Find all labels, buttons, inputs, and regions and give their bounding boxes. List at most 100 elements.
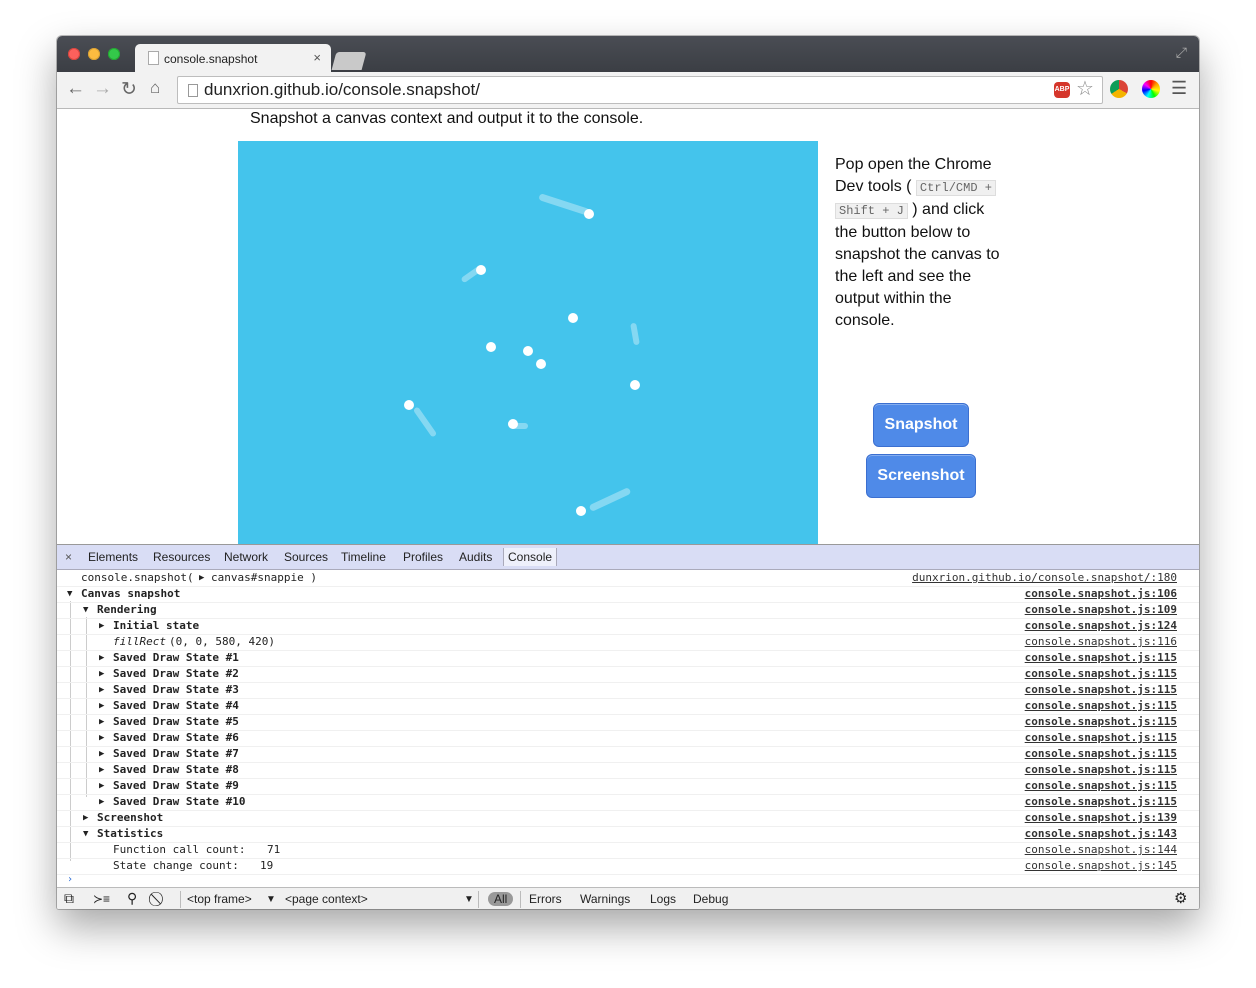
tab-close-icon[interactable]: × xyxy=(313,50,321,65)
source-link[interactable]: console.snapshot.js:115 xyxy=(1025,650,1177,666)
expand-arrow-icon[interactable]: ▶ xyxy=(99,762,104,778)
expand-arrow-icon[interactable]: ▶ xyxy=(99,730,104,746)
source-link[interactable]: console.snapshot.js:115 xyxy=(1025,778,1177,794)
source-link[interactable]: console.snapshot.js:139 xyxy=(1025,810,1177,826)
home-icon[interactable]: ⌂ xyxy=(150,78,160,98)
address-bar[interactable]: dunxrion.github.io/console.snapshot/ xyxy=(177,76,1103,104)
console-row[interactable]: ▼ Canvas snapshot console.snapshot.js:10… xyxy=(57,586,1199,603)
expand-arrow-icon[interactable]: ▶ xyxy=(99,746,104,762)
zoom-window-button[interactable] xyxy=(108,48,120,60)
console-row[interactable]: ▶ Saved Draw State #7 console.snapshot.j… xyxy=(57,746,1199,763)
console-row[interactable]: ▶ Saved Draw State #6 console.snapshot.j… xyxy=(57,730,1199,747)
console-row[interactable]: ▶ Saved Draw State #10 console.snapshot.… xyxy=(57,794,1199,811)
console-prompt-icon[interactable]: › xyxy=(67,874,73,885)
url-text[interactable]: dunxrion.github.io/console.snapshot/ xyxy=(204,80,480,100)
show-drawer-icon[interactable]: ≻≡ xyxy=(93,892,110,906)
source-link[interactable]: console.snapshot.js:124 xyxy=(1025,618,1177,634)
expand-arrow-icon[interactable]: ▶ xyxy=(99,778,104,794)
console-row[interactable]: ▶ Screenshot console.snapshot.js:139 xyxy=(57,810,1199,827)
source-link[interactable]: console.snapshot.js:106 xyxy=(1025,586,1177,602)
instructions-part2: ) and click the button below to snapshot… xyxy=(835,201,1000,329)
tab-elements[interactable]: Elements xyxy=(88,550,138,564)
settings-gear-icon[interactable]: ⚙ xyxy=(1174,889,1187,907)
expand-arrow-icon[interactable]: ▶ xyxy=(199,570,204,586)
context-select[interactable]: <page context> xyxy=(285,892,368,906)
expand-arrow-icon[interactable]: ▶ xyxy=(99,618,104,634)
chevron-down-icon[interactable]: ▼ xyxy=(464,894,474,905)
filter-all[interactable]: All xyxy=(488,892,514,906)
tab-sources[interactable]: Sources xyxy=(284,550,328,564)
screenshot-button[interactable]: Screenshot xyxy=(866,454,976,498)
source-link[interactable]: console.snapshot.js:115 xyxy=(1025,746,1177,762)
expand-arrow-icon[interactable]: ▶ xyxy=(99,794,104,810)
filter-debug[interactable]: Debug xyxy=(693,892,728,906)
source-link[interactable]: console.snapshot.js:144 xyxy=(1025,842,1177,858)
expand-arrow-icon[interactable]: ▶ xyxy=(99,650,104,666)
chrome-extension-icon[interactable] xyxy=(1110,80,1128,98)
tab-profiles[interactable]: Profiles xyxy=(403,550,443,564)
source-link[interactable]: console.snapshot.js:115 xyxy=(1025,730,1177,746)
filter-warnings[interactable]: Warnings xyxy=(580,892,630,906)
source-link[interactable]: console.snapshot.js:116 xyxy=(1025,634,1177,650)
console-row[interactable]: ▶ Saved Draw State #3 console.snapshot.j… xyxy=(57,682,1199,699)
reload-icon[interactable]: ↻ xyxy=(121,78,137,101)
expand-arrow-icon[interactable]: ▶ xyxy=(99,714,104,730)
snapshot-button[interactable]: Snapshot xyxy=(873,403,969,447)
back-icon[interactable]: ← xyxy=(66,78,85,100)
source-link[interactable]: console.snapshot.js:115 xyxy=(1025,698,1177,714)
menu-icon[interactable]: ☰ xyxy=(1171,78,1187,99)
source-link[interactable]: console.snapshot.js:109 xyxy=(1025,602,1177,618)
expand-arrow-icon[interactable]: ▶ xyxy=(83,810,88,826)
bookmark-star-icon[interactable]: ☆ xyxy=(1076,76,1094,101)
tab-network[interactable]: Network xyxy=(224,550,268,564)
expand-arrow-icon[interactable]: ▶ xyxy=(99,698,104,714)
browser-tab[interactable]: console.snapshot × xyxy=(135,44,331,72)
source-link[interactable]: console.snapshot.js:145 xyxy=(1025,858,1177,874)
particle-trail xyxy=(588,487,632,512)
source-link[interactable]: console.snapshot.js:115 xyxy=(1025,762,1177,778)
color-picker-extension-icon[interactable] xyxy=(1142,80,1160,98)
console-row: fillRect (0, 0, 580, 420) console.snapsh… xyxy=(57,634,1199,651)
tab-timeline[interactable]: Timeline xyxy=(341,550,386,564)
frame-select[interactable]: <top frame> xyxy=(187,892,252,906)
source-link[interactable]: console.snapshot.js:115 xyxy=(1025,682,1177,698)
filter-errors[interactable]: Errors xyxy=(529,892,562,906)
console-row[interactable]: ▶ Saved Draw State #2 console.snapshot.j… xyxy=(57,666,1199,683)
console-row[interactable]: ▼ Statistics console.snapshot.js:143 xyxy=(57,826,1199,843)
adblock-icon[interactable]: ABP xyxy=(1054,82,1070,98)
filter-logs[interactable]: Logs xyxy=(650,892,676,906)
source-link[interactable]: console.snapshot.js:115 xyxy=(1025,714,1177,730)
console-row[interactable]: ▼ Rendering console.snapshot.js:109 xyxy=(57,602,1199,619)
source-link[interactable]: dunxrion.github.io/console.snapshot/:180 xyxy=(912,570,1177,586)
collapse-arrow-icon[interactable]: ▼ xyxy=(83,602,88,618)
devtools-close-icon[interactable]: × xyxy=(65,550,72,564)
source-link[interactable]: console.snapshot.js:115 xyxy=(1025,666,1177,682)
forward-icon[interactable]: → xyxy=(93,78,112,100)
chevron-down-icon[interactable]: ▼ xyxy=(266,894,276,905)
console-row[interactable]: ▶ Initial state console.snapshot.js:124 xyxy=(57,618,1199,635)
log-call-arg[interactable]: canvas#snappie ) xyxy=(211,570,317,586)
new-tab-button[interactable] xyxy=(331,52,367,70)
dock-icon[interactable]: ⧉ xyxy=(64,890,74,907)
group-label: Saved Draw State #2 xyxy=(113,667,239,680)
collapse-arrow-icon[interactable]: ▼ xyxy=(83,826,88,842)
particle xyxy=(536,359,546,369)
console-row[interactable]: ▶ Saved Draw State #8 console.snapshot.j… xyxy=(57,762,1199,779)
fullscreen-icon[interactable]: ⤢ xyxy=(1176,44,1187,61)
source-link[interactable]: console.snapshot.js:143 xyxy=(1025,826,1177,842)
tab-resources[interactable]: Resources xyxy=(153,550,210,564)
console-row[interactable]: ▶ Saved Draw State #4 console.snapshot.j… xyxy=(57,698,1199,715)
console-row[interactable]: ▶ Saved Draw State #9 console.snapshot.j… xyxy=(57,778,1199,795)
expand-arrow-icon[interactable]: ▶ xyxy=(99,666,104,682)
source-link[interactable]: console.snapshot.js:115 xyxy=(1025,794,1177,810)
group-label: Saved Draw State #9 xyxy=(113,779,239,792)
close-window-button[interactable] xyxy=(68,48,80,60)
tab-console[interactable]: Console xyxy=(503,548,558,566)
minimize-window-button[interactable] xyxy=(88,48,100,60)
expand-arrow-icon[interactable]: ▶ xyxy=(99,682,104,698)
console-row[interactable]: ▶ Saved Draw State #5 console.snapshot.j… xyxy=(57,714,1199,731)
tab-audits[interactable]: Audits xyxy=(459,550,492,564)
collapse-arrow-icon[interactable]: ▼ xyxy=(67,586,72,602)
console-row[interactable]: ▶ Saved Draw State #1 console.snapshot.j… xyxy=(57,650,1199,667)
search-icon[interactable]: ⚲ xyxy=(127,890,137,907)
